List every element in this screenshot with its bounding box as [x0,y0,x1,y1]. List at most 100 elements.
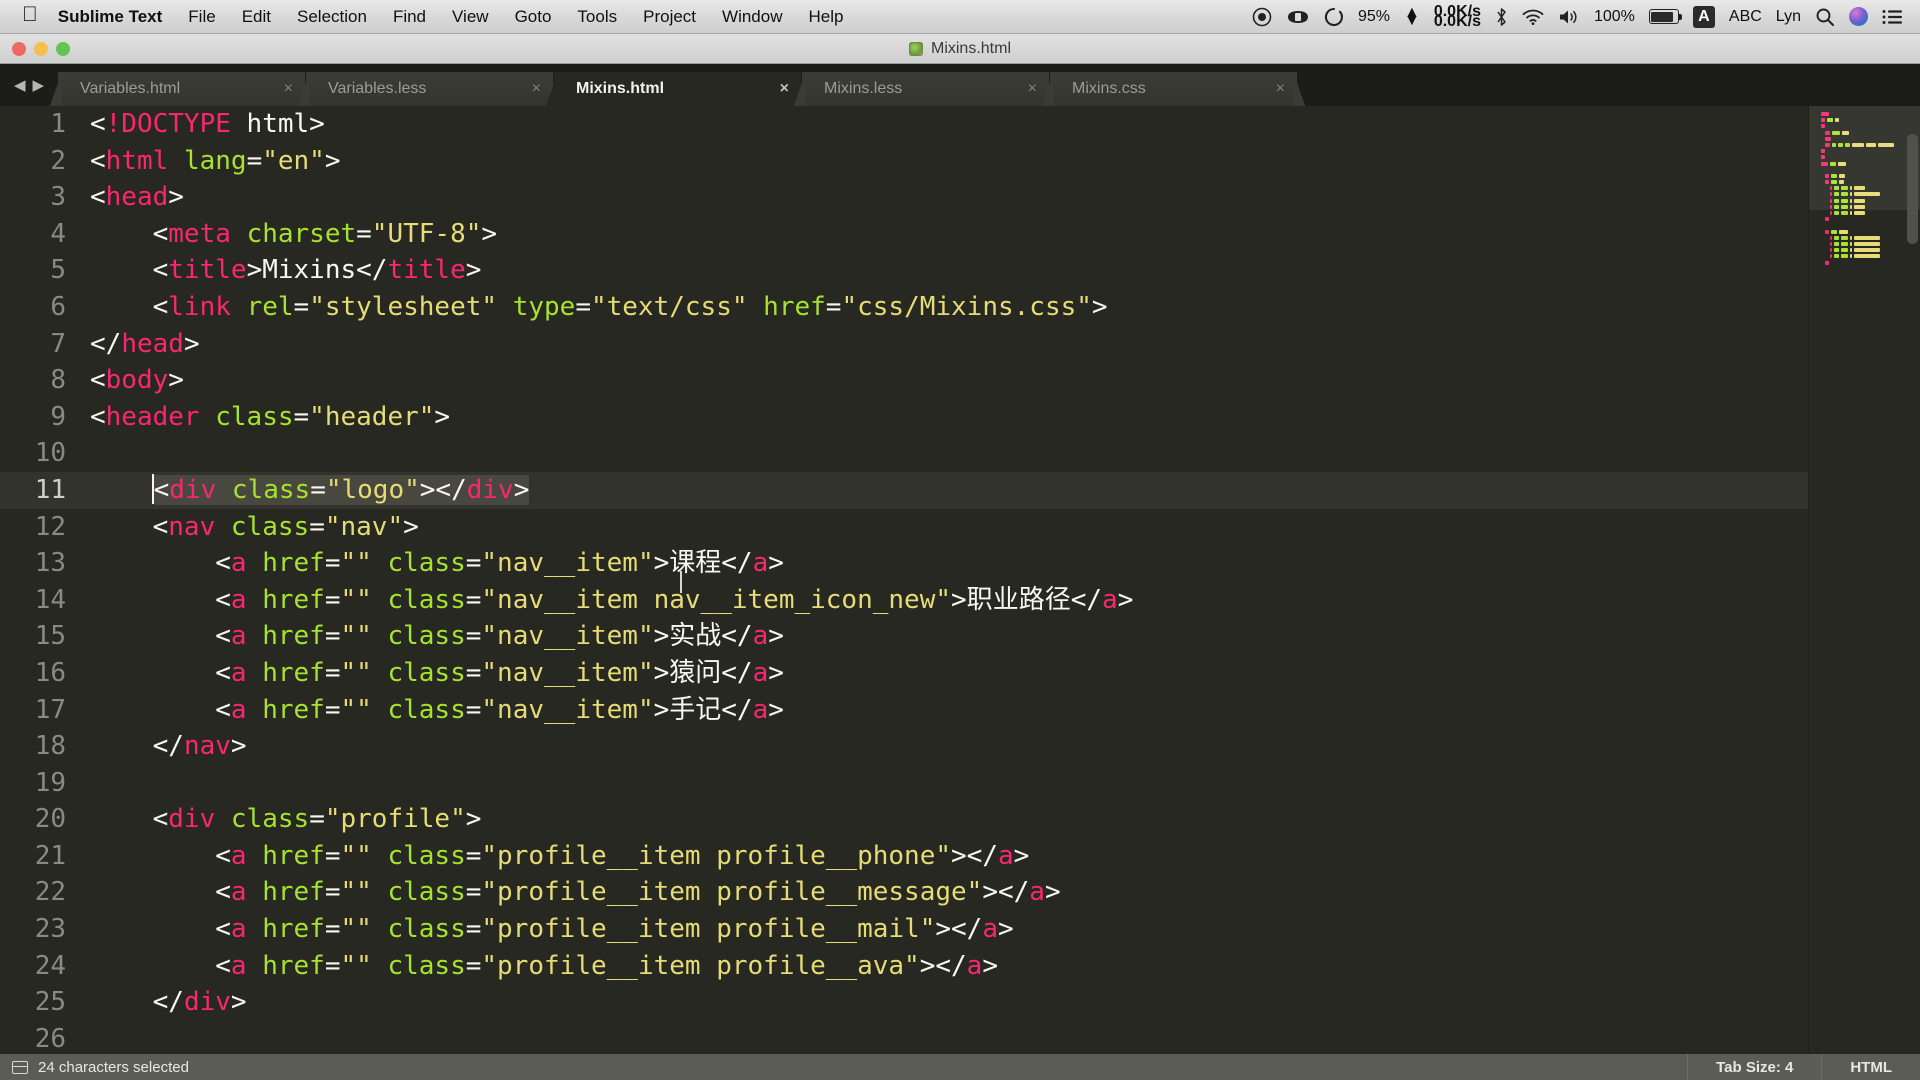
code-line[interactable]: <header class="header"> [84,399,1920,436]
net-download-speed: 0.0K/s [1433,12,1481,30]
macos-menu-bar:  Sublime Text File Edit Selection Find … [0,0,1920,34]
network-speed-indicator[interactable]: 0.0K/s 0.0K/s [1433,3,1481,30]
menu-item-tools[interactable]: Tools [564,7,630,27]
code-line[interactable]: </div> [84,984,1920,1021]
code-line[interactable] [84,765,1920,802]
record-icon[interactable] [1252,7,1272,27]
code-line[interactable]: <a href="" class="nav__item">课程</a> [84,545,1920,582]
code-line[interactable]: <title>Mixins</title> [84,252,1920,289]
line-number: 9 [50,401,66,432]
line-number: 19 [34,767,66,798]
tab-size-button[interactable]: Tab Size: 4 [1687,1054,1821,1080]
tab-next-icon[interactable]: ▶ [33,76,45,94]
maximize-window-button[interactable] [56,41,70,56]
menu-item-file[interactable]: File [175,7,228,27]
syntax-button[interactable]: HTML [1821,1054,1920,1080]
volume-icon[interactable] [1558,8,1580,26]
tab-close-icon[interactable]: × [764,80,789,98]
document-icon [908,41,923,56]
panel-icon[interactable] [12,1060,28,1074]
menubar-status-tray: 95% ▲ ▼ 0.0K/s 0.0K/s 100% A ABC Lyn [1252,3,1920,30]
code-line[interactable]: <a href="" class="nav__item">猿问</a> [84,655,1920,692]
line-number: 14 [34,584,66,615]
tab-close-icon[interactable]: × [268,80,293,98]
cleaner-icon[interactable] [1286,8,1310,26]
menu-item-window[interactable]: Window [709,7,795,27]
code-line[interactable] [84,435,1920,472]
tab-variables-html[interactable]: Variables.html × [50,72,313,106]
code-line[interactable]: <a href="" class="profile__item profile_… [84,838,1920,875]
tab-label: Mixins.css [1072,80,1146,97]
menu-item-project[interactable]: Project [630,7,709,27]
menu-item-sublime-text[interactable]: Sublime Text [58,7,176,27]
minimap-viewport[interactable] [1809,106,1920,210]
code-line[interactable] [84,1021,1920,1054]
line-number: 2 [50,145,66,176]
code-line[interactable]: <html lang="en"> [84,143,1920,180]
code-line[interactable]: <link rel="stylesheet" type="text/css" h… [84,289,1920,326]
line-number: 16 [34,657,66,688]
code-line[interactable]: <a href="" class="nav__item nav__item_ic… [84,582,1920,619]
minimize-window-button[interactable] [34,41,48,56]
tab-variables-less[interactable]: Variables.less × [298,72,561,106]
lyn-menu-label[interactable]: Lyn [1776,8,1801,26]
line-number: 17 [34,694,66,725]
code-line[interactable]: <meta charset="UTF-8"> [84,216,1920,253]
bluetooth-icon[interactable] [1495,7,1508,27]
apple-menu-icon[interactable]:  [22,4,38,25]
input-source-icon[interactable]: A [1692,5,1715,28]
cpu-percent-label[interactable]: 95% [1358,8,1390,26]
wifi-icon[interactable] [1522,8,1544,26]
code-line[interactable]: <div class="profile"> [84,801,1920,838]
battery-percent-label[interactable]: 100% [1594,8,1635,26]
menu-item-find[interactable]: Find [380,7,439,27]
menu-item-goto[interactable]: Goto [502,7,565,27]
close-window-button[interactable] [12,41,26,56]
code-line[interactable]: <!DOCTYPE html> [84,106,1920,143]
code-line[interactable]: </head> [84,326,1920,363]
code-line[interactable]: <a href="" class="profile__item profile_… [84,911,1920,948]
minimap[interactable] [1808,106,1920,1054]
line-number: 26 [34,1023,66,1054]
tabs-container: Variables.html × Variables.less × Mixins.htm… [50,72,1305,106]
notification-center-icon[interactable] [1882,9,1904,25]
tab-close-icon[interactable]: × [1012,80,1037,98]
tab-label: Variables.less [328,80,427,97]
code-line[interactable]: <a href="" class="profile__item profile_… [84,874,1920,911]
code-line[interactable]: <body> [84,362,1920,399]
vertical-scrollbar[interactable] [1907,134,1918,244]
code-line[interactable]: <div class="logo"></div> [84,471,1920,509]
menu-item-selection[interactable]: Selection [284,7,380,27]
code-editor[interactable]: 1 2 3 4 5 6 7 8 9 10 11 12 13 14 15 16 17 18 19 20 21 22 23 24 2… [0,106,1920,1054]
siri-icon[interactable] [1849,7,1868,26]
code-line[interactable]: <a href="" class="nav__item">手记</a> [84,692,1920,729]
code-line[interactable]: </nav> [84,728,1920,765]
menu-item-help[interactable]: Help [796,7,857,27]
line-number: 6 [50,291,66,322]
menu-item-view[interactable]: View [439,7,502,27]
code-line[interactable]: <a href="" class="profile__item profile_… [84,948,1920,985]
tab-close-icon[interactable]: × [516,80,541,98]
code-line[interactable]: <head> [84,179,1920,216]
minimap-row [1819,235,1912,240]
code-line[interactable]: <a href="" class="nav__item">实战</a> [84,618,1920,655]
tab-mixins-less[interactable]: Mixins.less × [794,72,1057,106]
abc-keyboard-label[interactable]: ABC [1729,8,1762,26]
spinner-icon[interactable] [1324,7,1344,27]
line-number: 22 [34,877,66,908]
code-line[interactable]: <nav class="nav"> [84,509,1920,546]
battery-icon[interactable] [1648,9,1682,24]
status-left: 24 characters selected [0,1059,189,1076]
network-arrows-icon: ▲ ▼ [1403,3,1420,29]
tab-close-icon[interactable]: × [1260,80,1285,98]
tab-label: Variables.html [80,80,181,97]
tab-mixins-html[interactable]: Mixins.html × [546,72,809,106]
code-content[interactable]: <!DOCTYPE html> <html lang="en"> <head> <m… [84,106,1920,1054]
line-number: 7 [50,328,66,359]
tab-mixins-css[interactable]: Mixins.css × [1042,72,1305,106]
line-number: 10 [34,438,66,469]
search-icon[interactable] [1815,7,1835,27]
tab-prev-icon[interactable]: ◀ [14,76,26,94]
minimap-row [1819,254,1912,259]
menu-item-edit[interactable]: Edit [229,7,284,27]
